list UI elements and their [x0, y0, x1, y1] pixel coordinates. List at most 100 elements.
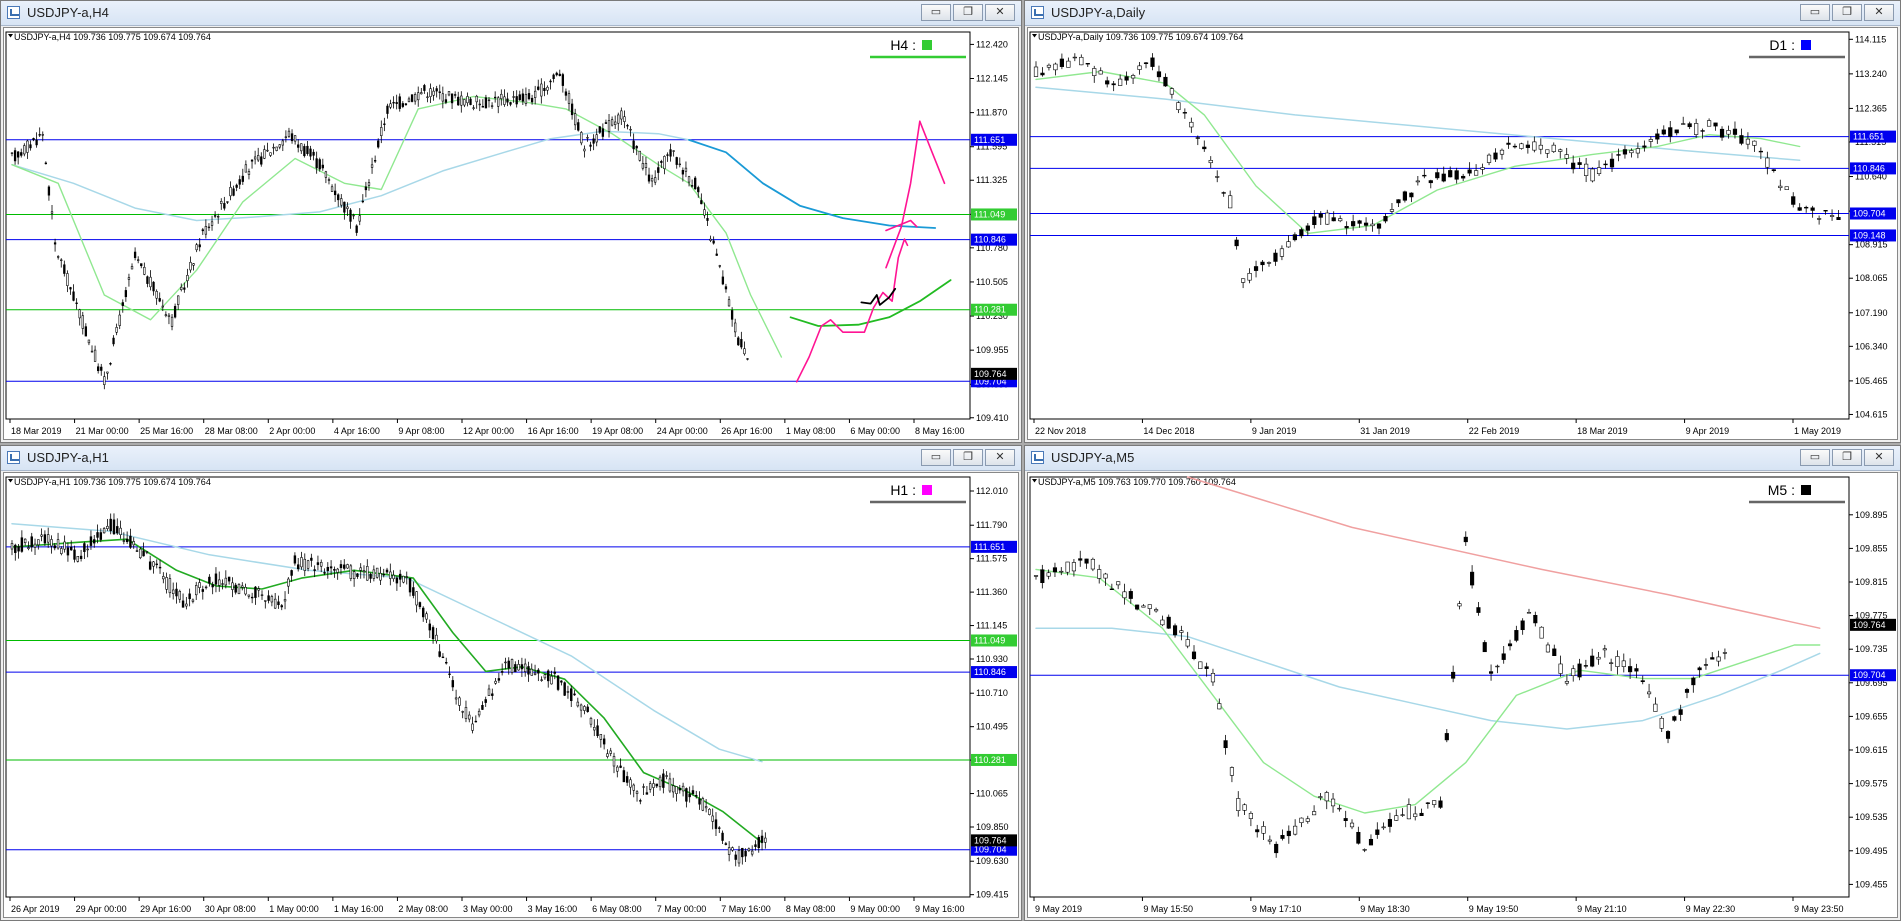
candle-body — [524, 94, 528, 104]
window-title: USDJPY-a,M5 — [1051, 450, 1135, 465]
window-titlebar[interactable]: USDJPY-a,H4 ▭ ❐ ✕ — [1, 1, 1021, 26]
x-tick-label: 30 Apr 08:00 — [205, 904, 256, 914]
candle-body — [35, 139, 38, 146]
y-tick-label: 110.930 — [976, 654, 1008, 664]
candle-body — [63, 541, 66, 550]
window-controls: ▭ ❐ ✕ — [921, 4, 1015, 21]
candle-body — [310, 557, 313, 561]
minimize-button[interactable]: ▭ — [921, 4, 951, 21]
candle-body — [1097, 569, 1102, 579]
candle-body — [1261, 826, 1266, 834]
price-line-label: 110.281 — [974, 755, 1006, 765]
candle-body — [1236, 798, 1241, 811]
window-titlebar[interactable]: USDJPY-a,Daily ▭ ❐ ✕ — [1025, 1, 1900, 26]
minimize-button[interactable]: ▭ — [1800, 4, 1830, 21]
candle-body — [1318, 213, 1323, 218]
window-titlebar[interactable]: USDJPY-a,H1 ▭ ❐ ✕ — [1, 446, 1021, 471]
collapse-triangle-icon[interactable] — [1032, 34, 1037, 38]
candle-body — [290, 570, 293, 576]
price-chart[interactable]: USDJPY-a,M5 109.763 109.770 109.760 109.… — [1027, 472, 1898, 918]
restore-button[interactable]: ❐ — [953, 4, 983, 21]
y-tick-label: 111.360 — [976, 587, 1007, 597]
candle-body — [380, 127, 383, 137]
candle-body — [1716, 656, 1721, 662]
close-button[interactable]: ✕ — [985, 4, 1015, 21]
candle-body — [1312, 811, 1317, 816]
minimize-button[interactable]: ▭ — [921, 449, 951, 466]
candle-body — [1409, 192, 1414, 198]
restore-button[interactable]: ❐ — [1832, 4, 1862, 21]
candle-body — [596, 725, 599, 736]
chart-window-1[interactable]: USDJPY-a,H4 ▭ ❐ ✕ USDJPY-a,H4 109.736 109.77… — [0, 0, 1022, 443]
candle-body — [1402, 191, 1408, 201]
candle-body — [316, 562, 320, 565]
candle-body — [1635, 148, 1640, 154]
chart-window-icon — [1031, 451, 1044, 464]
price-chart[interactable]: USDJPY-a,H1 109.736 109.775 109.674 109.… — [3, 472, 1019, 918]
collapse-triangle-icon[interactable] — [1032, 479, 1037, 483]
candle-body — [1362, 849, 1367, 851]
candle-body — [185, 603, 188, 607]
chart-window-3[interactable]: USDJPY-a,H1 ▭ ❐ ✕ USDJPY-a,H1 109.736 109.77… — [0, 445, 1022, 921]
candle-body — [672, 150, 675, 152]
candle-body — [116, 526, 119, 534]
candle-body — [229, 186, 232, 197]
candle-body — [1672, 716, 1677, 721]
candle-body — [632, 784, 635, 791]
y-tick-label: 111.870 — [976, 108, 1007, 118]
close-button[interactable]: ✕ — [1864, 4, 1894, 21]
candle-body — [355, 225, 358, 233]
candle-body — [644, 162, 648, 169]
chart-window-icon — [7, 6, 20, 19]
candle-body — [1092, 68, 1097, 76]
candle-body — [1040, 72, 1045, 76]
candle-body — [201, 589, 205, 592]
x-tick-label: 22 Nov 2018 — [1035, 426, 1086, 436]
timeframe-label: H4 : — [890, 37, 916, 53]
candle-body — [724, 843, 728, 845]
restore-button[interactable]: ❐ — [953, 449, 983, 466]
candle-body — [1103, 573, 1108, 579]
candle-body — [625, 776, 629, 783]
candle-body — [33, 543, 37, 548]
ma-long-line — [1186, 476, 1821, 629]
candle-body — [146, 276, 149, 284]
collapse-triangle-icon[interactable] — [8, 34, 13, 38]
candle-body — [754, 844, 757, 847]
x-tick-label: 9 May 23:50 — [1794, 904, 1844, 914]
candle-body — [1343, 818, 1348, 821]
window-titlebar[interactable]: USDJPY-a,M5 ▭ ❐ ✕ — [1025, 446, 1900, 471]
candle-body — [701, 798, 705, 811]
chart-window-4[interactable]: USDJPY-a,M5 ▭ ❐ ✕ USDJPY-a,M5 109.763 109.77… — [1024, 445, 1901, 921]
candle-body — [1118, 78, 1123, 86]
candle-body — [326, 566, 330, 571]
candle-body — [155, 291, 158, 299]
candle-body — [1552, 648, 1557, 657]
price-chart[interactable]: USDJPY-a,H4 109.736 109.775 109.674 109.… — [3, 27, 1019, 440]
candle-body — [257, 588, 260, 591]
x-tick-label: 7 May 00:00 — [657, 904, 707, 914]
candle-body — [408, 578, 412, 593]
candle-body — [303, 558, 306, 571]
candle-body — [1512, 145, 1518, 148]
candle-body — [514, 664, 517, 673]
candle-body — [106, 371, 109, 374]
collapse-triangle-icon[interactable] — [8, 479, 13, 483]
candle-body — [1499, 149, 1505, 155]
chart-window-2[interactable]: USDJPY-a,Daily ▭ ❐ ✕ USDJPY-a,Daily 109.736 … — [1024, 0, 1901, 443]
minimize-button[interactable]: ▭ — [1800, 449, 1830, 466]
chart-canvas: USDJPY-a,H4 109.736 109.775 109.674 109.… — [5, 31, 1017, 436]
price-chart[interactable]: USDJPY-a,Daily 109.736 109.775 109.674 1… — [1027, 27, 1898, 440]
candle-body — [84, 326, 88, 337]
candle-body — [1444, 733, 1449, 741]
candle-body — [451, 680, 455, 688]
restore-button[interactable]: ❐ — [1832, 449, 1862, 466]
candle-body — [329, 566, 333, 569]
candle-body — [1229, 767, 1234, 776]
candle-body — [217, 216, 220, 218]
candle-body — [694, 177, 697, 190]
close-button[interactable]: ✕ — [985, 449, 1015, 466]
y-tick-label: 109.850 — [976, 822, 1009, 832]
candle-body — [623, 116, 626, 122]
close-button[interactable]: ✕ — [1864, 449, 1894, 466]
